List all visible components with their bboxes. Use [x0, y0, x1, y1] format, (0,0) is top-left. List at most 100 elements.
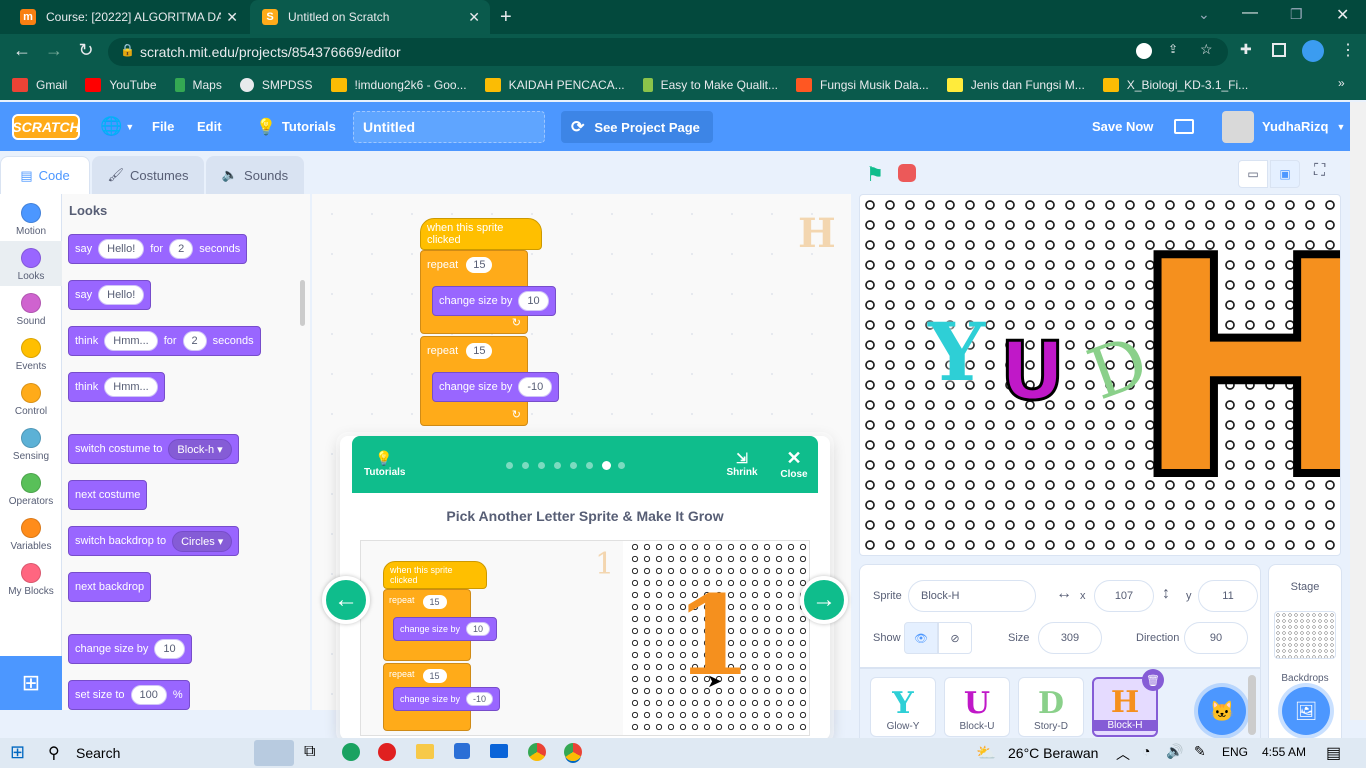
mail-icon[interactable]: [490, 744, 508, 758]
profile-avatar[interactable]: [1302, 40, 1324, 62]
bookmark-blogger[interactable]: Fungsi Musik Dala...: [796, 78, 929, 92]
direction-input[interactable]: 90: [1184, 622, 1248, 654]
tab-scratch[interactable]: S Untitled on Scratch ✕: [250, 0, 490, 34]
clock[interactable]: 4:55 AM: [1262, 745, 1306, 759]
next-step-button[interactable]: →: [800, 576, 848, 624]
sprite-y[interactable]: Y: [928, 305, 985, 399]
category-sound[interactable]: Sound: [0, 286, 62, 331]
bookmark-biologi[interactable]: X_Biologi_KD-3.1_Fi...: [1102, 78, 1248, 92]
forward-icon[interactable]: →: [38, 40, 70, 61]
stop-icon[interactable]: [898, 164, 916, 182]
category-my-blocks[interactable]: My Blocks: [0, 556, 62, 601]
my-stuff-icon[interactable]: [1174, 102, 1194, 151]
close-button[interactable]: ✕ Close: [776, 448, 812, 480]
small-stage-button[interactable]: ▭: [1238, 160, 1268, 188]
palette-scrollbar[interactable]: [300, 280, 305, 326]
change-size-block-2[interactable]: change size by -10: [432, 372, 560, 402]
choose-sprite-button[interactable]: 🐱: [1198, 687, 1246, 735]
step-dot[interactable]: [570, 462, 577, 469]
url-field[interactable]: 🔒 scratch.mit.edu/projects/854376669/edi…: [108, 38, 1228, 66]
step-dot[interactable]: [586, 462, 593, 469]
category-control[interactable]: Control: [0, 376, 62, 421]
google-icon[interactable]: [1136, 43, 1152, 59]
chrome-icon[interactable]: [528, 743, 546, 761]
new-tab-icon[interactable]: +: [500, 6, 512, 29]
tab-course[interactable]: m Course: [20222] ALGORITMA DAI ✕: [8, 0, 248, 34]
bookmark-easy[interactable]: Easy to Make Qualit...: [642, 78, 778, 92]
volume-icon[interactable]: 🔊: [1166, 743, 1183, 760]
fullscreen-icon[interactable]: ⛶: [1314, 162, 1325, 180]
opera-icon[interactable]: [378, 743, 396, 761]
size-input[interactable]: 309: [1038, 622, 1102, 654]
weather-text[interactable]: 26°C Berawan: [1008, 745, 1098, 761]
scratch-logo[interactable]: SCRATCH: [12, 114, 80, 140]
show-visible-button[interactable]: 👁: [904, 622, 938, 654]
close-window-icon[interactable]: ✕: [1336, 5, 1349, 25]
bookmark-gmail[interactable]: Gmail: [12, 78, 67, 92]
large-stage-button[interactable]: ▣: [1270, 160, 1300, 188]
project-title-input[interactable]: Untitled: [353, 111, 545, 143]
file-menu[interactable]: File: [152, 102, 174, 151]
when-sprite-clicked-block[interactable]: when this sprite clicked: [420, 218, 542, 250]
bookmark-drive-2[interactable]: KAIDAH PENCACA...: [484, 78, 625, 92]
category-motion[interactable]: Motion: [0, 196, 62, 241]
category-sensing[interactable]: Sensing: [0, 421, 62, 466]
sprite-tile-block-u[interactable]: U Block-U: [944, 677, 1010, 737]
store-icon[interactable]: [454, 743, 470, 759]
close-tab-icon[interactable]: ✕: [468, 9, 480, 26]
step-dot[interactable]: [522, 462, 529, 469]
tab-costumes[interactable]: 🖌 Costumes: [92, 156, 204, 194]
windows-start-icon[interactable]: ⊞: [10, 742, 25, 763]
edge-icon[interactable]: [342, 743, 360, 761]
tab-code[interactable]: ▤ Code: [0, 156, 90, 194]
account-menu[interactable]: YudhaRizq ▼: [1222, 102, 1345, 151]
next-backdrop-block[interactable]: next backdrop: [68, 572, 152, 602]
pen-icon[interactable]: ✎: [1194, 743, 1206, 760]
delete-sprite-icon[interactable]: 🗑: [1142, 669, 1164, 691]
y-input[interactable]: 11: [1198, 580, 1258, 612]
file-explorer-icon[interactable]: [416, 744, 434, 759]
minimize-icon[interactable]: —: [1242, 4, 1258, 22]
say-for-block[interactable]: say Hello! for 2 seconds: [68, 234, 248, 264]
page-scrollbar[interactable]: [1350, 102, 1366, 720]
task-view-icon[interactable]: ⧉: [304, 743, 315, 761]
tab-sounds[interactable]: 🔈 Sounds: [206, 156, 304, 194]
sprite-list-scrollbar[interactable]: [1248, 675, 1256, 735]
see-project-page-button[interactable]: ⟳ See Project Page: [561, 111, 713, 143]
step-dot[interactable]: [538, 462, 545, 469]
bookmark-drive-1[interactable]: !imduong2k6 - Goo...: [330, 78, 467, 92]
wifi-icon[interactable]: ◔: [1142, 743, 1150, 759]
share-icon[interactable]: ⇪: [1168, 42, 1178, 56]
bookmark-maps[interactable]: Maps: [174, 78, 222, 92]
stage-target-panel[interactable]: Stage Backdrops 🖼: [1268, 564, 1342, 740]
previous-step-button[interactable]: ←: [322, 576, 370, 624]
set-size-block[interactable]: set size to 100%: [68, 680, 190, 710]
step-dot[interactable]: [618, 462, 625, 469]
step-dot[interactable]: [506, 462, 513, 469]
sprite-tile-glow-y[interactable]: Y Glow-Y: [870, 677, 936, 737]
more-bookmarks-icon[interactable]: »: [1338, 76, 1345, 90]
choose-backdrop-button[interactable]: 🖼: [1282, 687, 1330, 735]
chrome-active-icon[interactable]: [564, 743, 582, 761]
edit-menu[interactable]: Edit: [197, 102, 222, 151]
bookmark-smpdss[interactable]: SMPDSS: [239, 78, 313, 92]
bookmark-youtube[interactable]: YouTube: [85, 78, 157, 92]
tab-search-icon[interactable]: ⌄: [1198, 6, 1210, 23]
backdrop-dropdown[interactable]: Circles ▾: [172, 530, 233, 552]
restore-icon[interactable]: ❐: [1290, 6, 1303, 23]
stage-canvas[interactable]: Y U D H: [859, 194, 1341, 556]
bookmark-star-icon[interactable]: ☆: [1200, 41, 1213, 58]
tutorials-button[interactable]: 💡 Tutorials: [364, 450, 405, 478]
category-looks[interactable]: Looks: [0, 241, 62, 286]
category-operators[interactable]: Operators: [0, 466, 62, 511]
language-menu[interactable]: 🌐 ▼: [100, 102, 134, 151]
category-variables[interactable]: Variables: [0, 511, 62, 556]
green-flag-icon[interactable]: ⚑: [866, 162, 884, 187]
shrink-button[interactable]: ⇲ Shrink: [724, 450, 760, 478]
switch-costume-block[interactable]: switch costume to Block-h ▾: [68, 434, 239, 464]
step-dot[interactable]: [602, 461, 611, 470]
category-events[interactable]: Events: [0, 331, 62, 376]
more-menu-icon[interactable]: ⋮: [1340, 40, 1356, 60]
close-tab-icon[interactable]: ✕: [226, 9, 238, 26]
tray-chevron-icon[interactable]: ︿: [1116, 744, 1130, 764]
